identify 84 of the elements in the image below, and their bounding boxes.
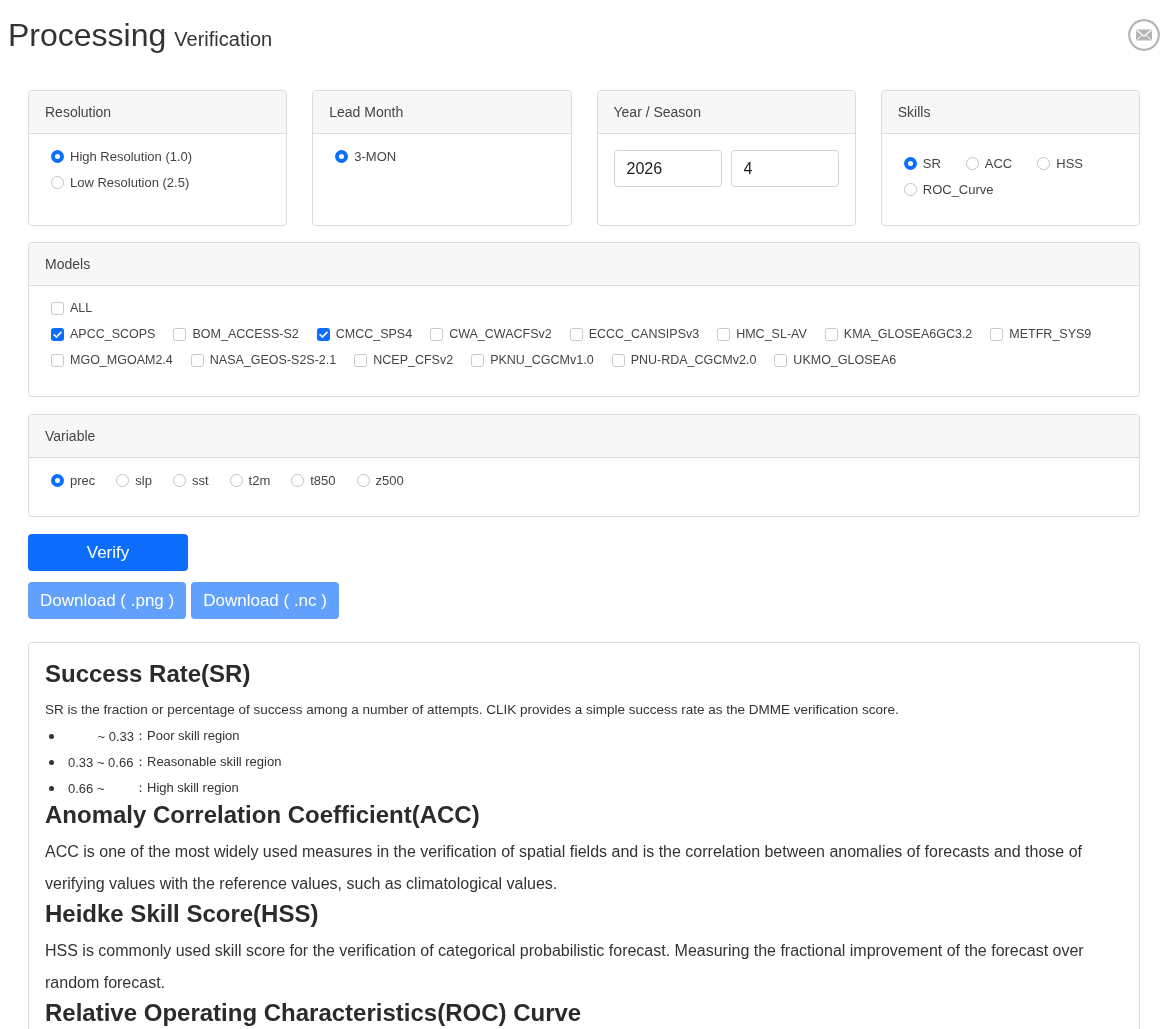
checkbox[interactable] bbox=[824, 327, 838, 341]
checkbox[interactable] bbox=[51, 327, 64, 341]
checkbox-label[interactable]: PNU-RDA_CGCMv2.0 bbox=[630, 353, 757, 367]
radio-button[interactable] bbox=[51, 473, 64, 487]
radio-label[interactable]: SR bbox=[922, 155, 941, 171]
radio-button[interactable] bbox=[51, 149, 64, 163]
checkbox[interactable] bbox=[471, 353, 485, 367]
checkbox-label[interactable]: METFR_SYS9 bbox=[1009, 327, 1092, 341]
checkbox-label[interactable]: KMA_GLOSEA6GC3.2 bbox=[843, 327, 973, 341]
page-subtitle: Verification bbox=[174, 28, 273, 51]
checkbox-label[interactable]: CMCC_SPS4 bbox=[335, 327, 413, 341]
radio-button[interactable] bbox=[229, 473, 243, 487]
checkbox-label[interactable]: BOM_ACCESS-S2 bbox=[192, 327, 299, 341]
checkbox[interactable] bbox=[774, 353, 788, 367]
text-field[interactable]: 4 bbox=[730, 150, 839, 187]
checkbox[interactable] bbox=[51, 353, 64, 367]
radio-button[interactable] bbox=[116, 473, 130, 487]
text-field[interactable]: 2026 bbox=[613, 150, 722, 187]
radio-button[interactable] bbox=[903, 182, 917, 196]
bullet-icon bbox=[49, 759, 54, 765]
card-header: Lead Month bbox=[313, 91, 571, 134]
range-description: ：Poor skill region bbox=[134, 727, 240, 745]
radio-label[interactable]: ACC bbox=[984, 155, 1013, 171]
checkbox[interactable] bbox=[316, 327, 330, 341]
checkbox[interactable] bbox=[569, 327, 583, 341]
radio-label[interactable]: HSS bbox=[1056, 155, 1083, 171]
radio-button[interactable] bbox=[291, 473, 305, 487]
checkbox[interactable] bbox=[430, 327, 444, 341]
range-label: 0.66 ~ bbox=[68, 780, 105, 796]
radio-label[interactable]: Low Resolution (2.5) bbox=[70, 174, 190, 190]
card-header: Year / Season bbox=[597, 91, 855, 134]
section-text: ACC is one of the most widely used measures in the verification of spatial fields and is the correlation between anomalies of forecasts and those of verifying values with the reference values, such as climatological values. bbox=[45, 842, 1083, 894]
radio-button[interactable] bbox=[903, 156, 917, 170]
range-label: ~ 0.33 bbox=[97, 728, 134, 744]
page-title: Processing bbox=[8, 16, 167, 55]
radio-label[interactable]: prec bbox=[70, 472, 96, 488]
radio-button[interactable] bbox=[356, 473, 370, 487]
radio-label[interactable]: t850 bbox=[310, 472, 336, 488]
checkbox-label[interactable]: ALL bbox=[70, 301, 93, 315]
checkbox-label[interactable]: UKMO_GLOSEA6 bbox=[793, 353, 897, 367]
card-header: Models bbox=[29, 243, 1139, 286]
checkbox[interactable] bbox=[173, 327, 187, 341]
checkbox[interactable] bbox=[354, 353, 368, 367]
checkbox-label[interactable]: PKNU_CGCMv1.0 bbox=[490, 353, 594, 367]
checkbox[interactable] bbox=[611, 353, 625, 367]
radio-button[interactable] bbox=[335, 149, 349, 163]
radio-button[interactable] bbox=[51, 175, 64, 189]
checkbox-label[interactable]: CWA_CWACFSv2 bbox=[449, 327, 552, 341]
section-text: HSS is commonly used skill score for the verification of categorical probabilistic forecast. Measuring the fractional improvement of the forecast over random forecast. bbox=[45, 941, 1085, 993]
checkbox[interactable] bbox=[51, 301, 64, 315]
radio-label[interactable]: z500 bbox=[375, 472, 404, 488]
radio-label[interactable]: High Resolution (1.0) bbox=[70, 148, 193, 164]
checkbox-label[interactable]: NCEP_CFSv2 bbox=[373, 353, 454, 367]
checkbox[interactable] bbox=[190, 353, 204, 367]
radio-label[interactable]: sst bbox=[191, 472, 209, 488]
section-heading: Success Rate(SR) bbox=[45, 660, 251, 687]
card-header: Resolution bbox=[29, 91, 287, 134]
mail-icon[interactable] bbox=[1128, 19, 1160, 51]
range-description: ：Reasonable skill region bbox=[134, 753, 282, 771]
checkbox-label[interactable]: HMC_SL-AV bbox=[736, 327, 807, 341]
radio-button[interactable] bbox=[172, 473, 186, 487]
card-header: Skills bbox=[881, 91, 1139, 134]
bullet-icon bbox=[49, 785, 54, 791]
section-heading: Relative Operating Characteristics(ROC) Curve bbox=[45, 999, 582, 1026]
section-text: SR is the fraction or percentage of success among a number of attempts. CLIK provides a simple success rate as the DMME verification score. bbox=[45, 701, 899, 719]
radio-label[interactable]: slp bbox=[135, 472, 152, 488]
card-header: Variable bbox=[29, 415, 1139, 458]
radio-button[interactable] bbox=[965, 156, 979, 170]
checkbox-label[interactable]: ECCC_CANSIPSv3 bbox=[588, 327, 700, 341]
section-heading: Anomaly Correlation Coefficient(ACC) bbox=[45, 801, 480, 828]
radio-label[interactable]: t2m bbox=[248, 472, 271, 488]
verify-button[interactable]: Verify bbox=[28, 534, 188, 571]
checkbox[interactable] bbox=[717, 327, 731, 341]
checkbox[interactable] bbox=[990, 327, 1004, 341]
range-label: 0.33 ~ 0.66 bbox=[68, 754, 134, 770]
checkbox-label[interactable]: APCC_SCOPS bbox=[70, 327, 156, 341]
checkbox-label[interactable]: NASA_GEOS-S2S-2.1 bbox=[209, 353, 337, 367]
range-description: ：High skill region bbox=[134, 779, 239, 797]
bullet-icon bbox=[49, 733, 54, 739]
radio-label[interactable]: 3-MON bbox=[354, 148, 397, 164]
section-heading: Heidke Skill Score(HSS) bbox=[45, 900, 319, 927]
radio-button[interactable] bbox=[1037, 156, 1051, 170]
checkbox-label[interactable]: MGO_MGOAM2.4 bbox=[70, 353, 173, 367]
radio-label[interactable]: ROC_Curve bbox=[922, 181, 994, 197]
